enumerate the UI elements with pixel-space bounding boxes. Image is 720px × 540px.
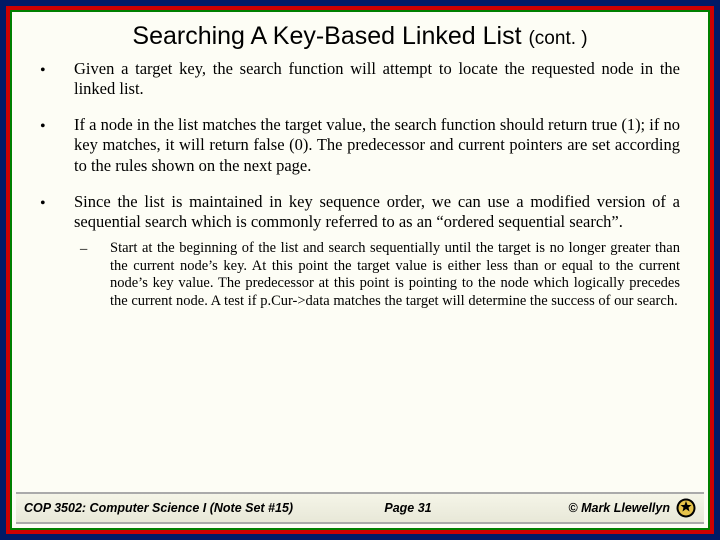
footer-page: Page 31 [312, 501, 504, 515]
bullet-marker: • [40, 192, 74, 232]
footer-author-wrap: © Mark Llewellyn [504, 498, 696, 518]
slide-border-mid: Searching A Key-Based Linked List (cont.… [6, 6, 714, 534]
footer-author: © Mark Llewellyn [568, 501, 670, 515]
title-main: Searching A Key-Based Linked List [132, 22, 521, 50]
bullet-marker: • [40, 59, 74, 99]
bullet-text: Since the list is maintained in key sequ… [74, 192, 680, 232]
bullet-item: • Since the list is maintained in key se… [40, 192, 680, 232]
bullet-text: If a node in the list matches the target… [74, 115, 680, 175]
bullet-text: Given a target key, the search function … [74, 59, 680, 99]
ucf-logo-icon [676, 498, 696, 518]
title-cont: (cont. ) [528, 28, 587, 49]
bullet-item: • Given a target key, the search functio… [40, 59, 680, 99]
bullet-marker: • [40, 115, 74, 175]
footer-course: COP 3502: Computer Science I (Note Set #… [24, 501, 312, 515]
bullet-item: • If a node in the list matches the targ… [40, 115, 680, 175]
slide-body: Searching A Key-Based Linked List (cont.… [10, 10, 710, 530]
sub-bullet-marker: – [80, 240, 110, 311]
sub-bullet-text: Start at the beginning of the list and s… [110, 240, 680, 311]
slide-content: • Given a target key, the search functio… [12, 59, 708, 492]
slide-border-outer: Searching A Key-Based Linked List (cont.… [0, 0, 720, 540]
slide-footer: COP 3502: Computer Science I (Note Set #… [16, 492, 704, 524]
footer-wrap: COP 3502: Computer Science I (Note Set #… [12, 492, 708, 528]
sub-bullet-item: – Start at the beginning of the list and… [80, 240, 680, 311]
slide-title: Searching A Key-Based Linked List (cont.… [12, 12, 708, 59]
